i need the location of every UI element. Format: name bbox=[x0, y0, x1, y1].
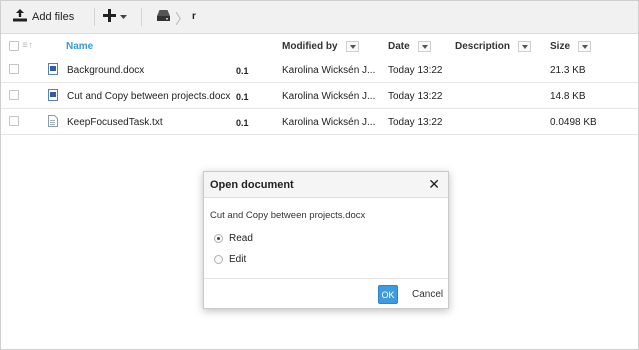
file-name-link[interactable]: Cut and Copy between projects.docx bbox=[67, 91, 230, 102]
ok-button[interactable]: OK bbox=[378, 285, 398, 304]
add-files-label: Add files bbox=[32, 11, 75, 23]
date-value: Today 13:22 bbox=[388, 65, 443, 76]
plus-icon bbox=[103, 9, 116, 25]
file-version: 0.1 bbox=[236, 66, 249, 76]
file-name-link[interactable]: Background.docx bbox=[67, 65, 144, 76]
edit-radio-label: Edit bbox=[229, 254, 247, 265]
file-browser-window: Add files 〉 r ≡↑ Name Modified by Date D… bbox=[0, 0, 639, 350]
text-document-icon bbox=[48, 115, 58, 127]
add-files-button[interactable]: Add files bbox=[13, 7, 74, 27]
row-checkbox[interactable] bbox=[9, 90, 19, 100]
column-header-modified-by[interactable]: Modified by bbox=[282, 41, 359, 52]
toolbar-divider bbox=[94, 8, 95, 26]
column-header-name[interactable]: Name bbox=[66, 41, 93, 52]
dialog-footer-divider bbox=[204, 278, 448, 279]
row-checkbox[interactable] bbox=[9, 64, 19, 74]
column-header-name-label: Name bbox=[66, 41, 94, 52]
size-value: 0.0498 KB bbox=[550, 117, 597, 128]
upload-icon bbox=[13, 9, 27, 25]
file-name-link[interactable]: KeepFocusedTask.txt bbox=[67, 117, 163, 128]
open-mode-option-edit[interactable]: Edit bbox=[214, 254, 246, 265]
column-filter-dropdown-icon[interactable] bbox=[345, 41, 359, 52]
column-filter-dropdown-icon[interactable] bbox=[518, 41, 532, 52]
read-radio[interactable] bbox=[214, 234, 223, 243]
table-row[interactable]: KeepFocusedTask.txt 0.1 Karolina Wicksén… bbox=[1, 109, 638, 135]
dialog-file-name: Cut and Copy between projects.docx bbox=[210, 210, 366, 221]
table-row[interactable]: Cut and Copy between projects.docx 0.1 K… bbox=[1, 83, 638, 109]
column-header-description-label: Description bbox=[455, 41, 511, 52]
chevron-down-icon bbox=[120, 12, 127, 23]
column-filter-dropdown-icon[interactable] bbox=[578, 41, 592, 52]
breadcrumb-separator-icon: 〉 bbox=[175, 11, 189, 27]
open-document-dialog: Open document ✕ Cut and Copy between pro… bbox=[203, 171, 449, 309]
word-document-icon bbox=[48, 63, 58, 75]
table-row[interactable]: Background.docx 0.1 Karolina Wicksén J..… bbox=[1, 57, 638, 83]
column-header-description[interactable]: Description bbox=[455, 41, 532, 52]
drive-icon bbox=[157, 10, 170, 24]
modified-by-value: Karolina Wicksén J... bbox=[282, 91, 376, 102]
toolbar-divider bbox=[141, 8, 142, 26]
file-version: 0.1 bbox=[236, 118, 249, 128]
column-header-size-label: Size bbox=[550, 41, 571, 52]
modified-by-value: Karolina Wicksén J... bbox=[282, 65, 376, 76]
cancel-button[interactable]: Cancel bbox=[412, 289, 443, 300]
sort-order-icon[interactable]: ≡↑ bbox=[22, 40, 33, 51]
toolbar: Add files 〉 r bbox=[1, 1, 638, 34]
size-value: 21.3 KB bbox=[550, 65, 586, 76]
select-all-checkbox[interactable] bbox=[9, 41, 19, 51]
file-version: 0.1 bbox=[236, 92, 249, 102]
edit-radio[interactable] bbox=[214, 255, 223, 264]
dialog-header: Open document ✕ bbox=[204, 172, 448, 198]
breadcrumb-current-folder[interactable]: r bbox=[192, 11, 196, 22]
column-header-size[interactable]: Size bbox=[550, 41, 592, 52]
date-value: Today 13:22 bbox=[388, 91, 443, 102]
open-mode-option-read[interactable]: Read bbox=[214, 233, 253, 244]
date-value: Today 13:22 bbox=[388, 117, 443, 128]
read-radio-label: Read bbox=[229, 233, 253, 244]
new-item-dropdown-button[interactable] bbox=[103, 7, 127, 27]
column-header-modified-by-label: Modified by bbox=[282, 41, 338, 52]
column-header-date-label: Date bbox=[388, 41, 410, 52]
drive-root-button[interactable] bbox=[157, 7, 170, 27]
row-checkbox[interactable] bbox=[9, 116, 19, 126]
table-header: ≡↑ Name Modified by Date Description Siz… bbox=[1, 35, 638, 57]
close-icon[interactable]: ✕ bbox=[428, 176, 440, 193]
modified-by-value: Karolina Wicksén J... bbox=[282, 117, 376, 128]
column-filter-dropdown-icon[interactable] bbox=[417, 41, 431, 52]
column-header-date[interactable]: Date bbox=[388, 41, 431, 52]
size-value: 14.8 KB bbox=[550, 91, 586, 102]
dialog-title: Open document bbox=[210, 179, 294, 191]
word-document-icon bbox=[48, 89, 58, 101]
